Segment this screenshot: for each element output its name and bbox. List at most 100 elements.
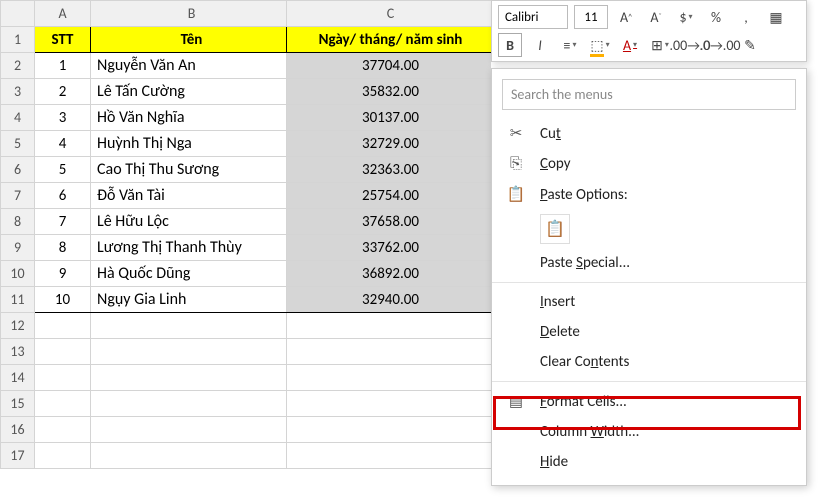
- font-name-field[interactable]: Calibri: [498, 5, 568, 29]
- table-icon[interactable]: ▦: [764, 5, 788, 29]
- col-header-c[interactable]: C: [287, 1, 495, 27]
- cell-header-stt[interactable]: STT: [35, 27, 91, 53]
- menu-format-cells[interactable]: ▤ Format Cells...: [492, 386, 806, 417]
- cell[interactable]: Ngụy Gia Linh: [91, 287, 287, 313]
- cell[interactable]: [35, 365, 91, 391]
- row-header[interactable]: 5: [1, 131, 35, 157]
- cell[interactable]: [91, 417, 287, 443]
- cell-header-date[interactable]: Ngày/ tháng/ năm sinh: [287, 27, 495, 53]
- cell[interactable]: 37704.00: [287, 53, 495, 79]
- row-header[interactable]: 2: [1, 53, 35, 79]
- cell[interactable]: [35, 417, 91, 443]
- cell[interactable]: [35, 443, 91, 469]
- cell[interactable]: Nguyễn Văn An: [91, 53, 287, 79]
- cell[interactable]: 6: [35, 183, 91, 209]
- cell[interactable]: [287, 313, 495, 339]
- row-header[interactable]: 6: [1, 157, 35, 183]
- menu-search-input[interactable]: Search the menus: [502, 79, 796, 110]
- italic-button[interactable]: I: [528, 33, 552, 57]
- cell[interactable]: Lê Hữu Lộc: [91, 209, 287, 235]
- menu-delete[interactable]: Delete: [492, 317, 806, 347]
- cell[interactable]: 25754.00: [287, 183, 495, 209]
- align-icon[interactable]: ≡: [558, 33, 582, 57]
- cell[interactable]: 35832.00: [287, 79, 495, 105]
- cell[interactable]: Hồ Văn Nghĩa: [91, 105, 287, 131]
- increase-decimal-icon[interactable]: .0→.00: [708, 33, 732, 57]
- cell[interactable]: 2: [35, 79, 91, 105]
- cell[interactable]: 37658.00: [287, 209, 495, 235]
- menu-clear-contents[interactable]: Clear Contents: [492, 347, 806, 377]
- menu-insert[interactable]: Insert: [492, 287, 806, 317]
- row-header[interactable]: 14: [1, 365, 35, 391]
- menu-hide[interactable]: Hide: [492, 447, 806, 477]
- cell-header-ten[interactable]: Tên: [91, 27, 287, 53]
- menu-copy[interactable]: ⎘ Copy: [492, 149, 806, 179]
- row-header[interactable]: 16: [1, 417, 35, 443]
- cell[interactable]: 30137.00: [287, 105, 495, 131]
- row-header[interactable]: 7: [1, 183, 35, 209]
- cell[interactable]: [287, 339, 495, 365]
- row-header[interactable]: 1: [1, 27, 35, 53]
- menu-cut[interactable]: ✂ Cut: [492, 118, 806, 149]
- cell[interactable]: 36892.00: [287, 261, 495, 287]
- bold-button[interactable]: B: [498, 33, 522, 57]
- cell[interactable]: Lương Thị Thanh Thùy: [91, 235, 287, 261]
- cell[interactable]: Lê Tấn Cường: [91, 79, 287, 105]
- corner-cell[interactable]: [1, 1, 35, 27]
- cell[interactable]: 32940.00: [287, 287, 495, 313]
- currency-icon[interactable]: $: [674, 5, 698, 29]
- row-header[interactable]: 15: [1, 391, 35, 417]
- comma-icon[interactable]: ,: [734, 5, 758, 29]
- border-icon[interactable]: ⊞: [648, 33, 672, 57]
- cell[interactable]: Hà Quốc Dũng: [91, 261, 287, 287]
- cell[interactable]: [287, 391, 495, 417]
- cell[interactable]: 8: [35, 235, 91, 261]
- cell[interactable]: 4: [35, 131, 91, 157]
- percent-icon[interactable]: %: [704, 5, 728, 29]
- cell[interactable]: [35, 313, 91, 339]
- cell[interactable]: 32729.00: [287, 131, 495, 157]
- row-header[interactable]: 12: [1, 313, 35, 339]
- row-header[interactable]: 13: [1, 339, 35, 365]
- cell[interactable]: 33762.00: [287, 235, 495, 261]
- cell[interactable]: [287, 417, 495, 443]
- cell[interactable]: [287, 443, 495, 469]
- cell[interactable]: 9: [35, 261, 91, 287]
- cell[interactable]: 1: [35, 53, 91, 79]
- format-painter-icon[interactable]: ✎: [738, 33, 762, 57]
- increase-font-icon[interactable]: A^: [614, 5, 638, 29]
- row-header[interactable]: 10: [1, 261, 35, 287]
- cell[interactable]: 7: [35, 209, 91, 235]
- cell[interactable]: [91, 365, 287, 391]
- col-header-a[interactable]: A: [35, 1, 91, 27]
- cell[interactable]: Đỗ Văn Tài: [91, 183, 287, 209]
- menu-column-width[interactable]: Column Width...: [492, 417, 806, 447]
- row-header[interactable]: 3: [1, 79, 35, 105]
- cell[interactable]: [35, 339, 91, 365]
- spreadsheet-grid[interactable]: A B C 1 STT Tên Ngày/ tháng/ năm sinh 21…: [0, 0, 495, 469]
- cell[interactable]: 3: [35, 105, 91, 131]
- row-header[interactable]: 8: [1, 209, 35, 235]
- row-header[interactable]: 4: [1, 105, 35, 131]
- cell[interactable]: Cao Thị Thu Sương: [91, 157, 287, 183]
- row-header[interactable]: 9: [1, 235, 35, 261]
- cell[interactable]: [287, 365, 495, 391]
- cell[interactable]: 32363.00: [287, 157, 495, 183]
- paste-default-icon[interactable]: 📋: [540, 214, 570, 244]
- decrease-font-icon[interactable]: Aˇ: [644, 5, 668, 29]
- menu-paste-special[interactable]: Paste Special...: [492, 248, 806, 278]
- cell[interactable]: [91, 339, 287, 365]
- row-header[interactable]: 17: [1, 443, 35, 469]
- cell[interactable]: [91, 313, 287, 339]
- cell[interactable]: [91, 391, 287, 417]
- cell[interactable]: 10: [35, 287, 91, 313]
- cell[interactable]: Huỳnh Thị Nga: [91, 131, 287, 157]
- font-color-icon[interactable]: A: [618, 33, 642, 57]
- decrease-decimal-icon[interactable]: .00→.0: [678, 33, 702, 57]
- cell[interactable]: 5: [35, 157, 91, 183]
- cell[interactable]: [91, 443, 287, 469]
- fill-color-icon[interactable]: ⬚: [588, 33, 612, 57]
- cell[interactable]: [35, 391, 91, 417]
- font-size-field[interactable]: 11: [574, 5, 608, 29]
- col-header-b[interactable]: B: [91, 1, 287, 27]
